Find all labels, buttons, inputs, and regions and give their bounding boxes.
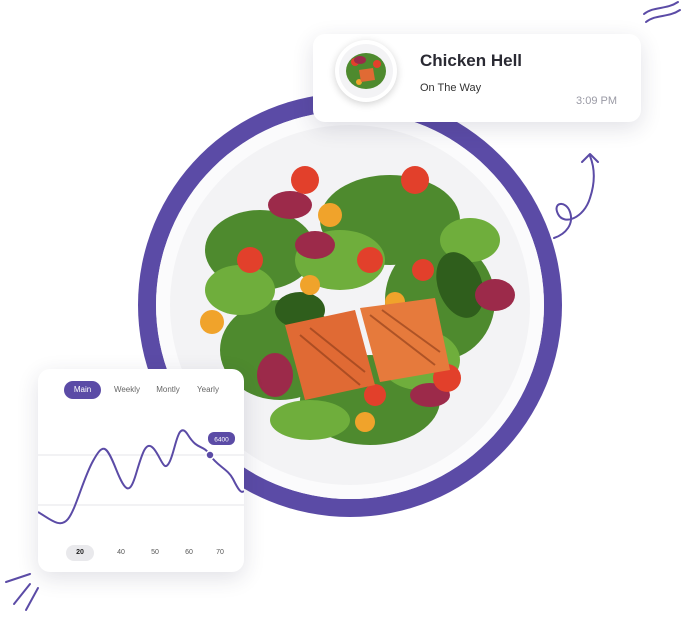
marker-tooltip-label: 6400 bbox=[214, 437, 229, 444]
tab-main[interactable]: Main bbox=[64, 381, 101, 399]
tab-weekly[interactable]: Weekly bbox=[112, 381, 142, 399]
order-time: 3:09 PM bbox=[576, 95, 617, 107]
tab-monthly[interactable]: Montly bbox=[153, 381, 183, 399]
stats-card: 6400 Main Weekly Montly Yearly 20 40 50 … bbox=[38, 369, 244, 572]
series-marker bbox=[205, 450, 215, 460]
x-label-60[interactable]: 60 bbox=[175, 545, 203, 561]
order-status: On The Way bbox=[420, 82, 482, 94]
scribble-dash-icon bbox=[5, 573, 39, 611]
x-label-40[interactable]: 40 bbox=[107, 545, 135, 561]
scribble-lines-icon bbox=[643, 1, 681, 23]
period-tabs: Main Weekly Montly Yearly bbox=[64, 381, 244, 399]
order-title: Chicken Hell bbox=[420, 51, 523, 70]
order-card[interactable]: Chicken Hell On The Way 3:09 PM bbox=[313, 34, 641, 122]
line-chart: 6400 bbox=[38, 429, 244, 525]
dish-thumbnail bbox=[335, 40, 397, 102]
x-label-20[interactable]: 20 bbox=[66, 545, 94, 561]
x-label-70[interactable]: 70 bbox=[206, 545, 234, 561]
curly-arrow-icon bbox=[553, 153, 599, 239]
x-label-50[interactable]: 50 bbox=[141, 545, 169, 561]
tab-yearly[interactable]: Yearly bbox=[193, 381, 223, 399]
